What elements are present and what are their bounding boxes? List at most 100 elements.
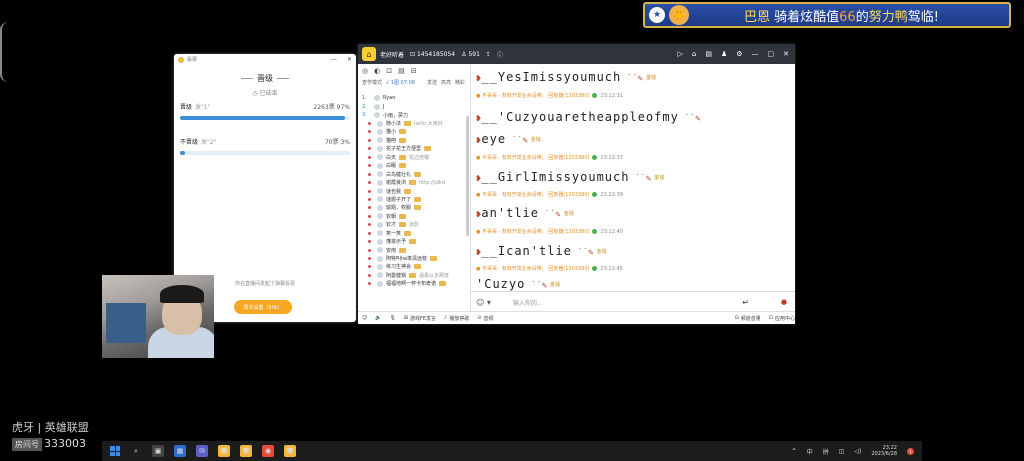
audio-button[interactable]: ⊙ 音频 [477, 315, 493, 322]
app-center-button[interactable]: ⊡ 应用中心 [769, 315, 795, 322]
badge-icon [424, 146, 432, 152]
user-name: 猫小 [386, 129, 397, 136]
user-list-item[interactable]: 钦朝 [358, 212, 470, 220]
platform-label: 虎牙 | 英雄联盟 [12, 421, 89, 434]
poll-titlebar: 投票 — ✕ [174, 54, 356, 65]
badge-icon [399, 163, 407, 169]
volume-icon[interactable]: ◁) [854, 448, 861, 455]
tool-icon[interactable]: ▤ [398, 67, 405, 75]
home-icon[interactable]: ⌂ [362, 47, 376, 61]
start-icon[interactable] [110, 446, 120, 456]
mic-toggle-icon[interactable]: 🎙 [389, 315, 395, 321]
home-tab-icon[interactable]: ⌂ [692, 50, 696, 58]
user-list-item[interactable]: 猫小 [358, 128, 470, 136]
status-dot-icon [368, 273, 371, 277]
mode-row: 查学模式 √ 1图 07:08 发送 高亮 精彩 [358, 78, 470, 87]
user-list-item[interactable]: 猫吧 [358, 136, 470, 144]
chat-input[interactable]: 输入你的... [513, 298, 543, 307]
user-list-item[interactable]: 练习生神会 [358, 263, 470, 271]
huya-assistant-icon[interactable]: ☻ [240, 445, 252, 457]
settings-icon[interactable]: ⚙ [736, 50, 742, 58]
reset-poll-button[interactable]: 再次设置（50s） [234, 300, 292, 314]
user-list-item[interactable]: 安南 [358, 246, 470, 254]
user-list-item[interactable]: 1. Ryan [358, 94, 470, 102]
mode-tab[interactable]: 发送 [427, 79, 437, 86]
status-dot-icon [368, 189, 371, 193]
notification-badge[interactable]: 1 [907, 447, 914, 455]
user-list-item[interactable]: 白天 花边佳镇 [358, 153, 470, 161]
chevron-up-icon[interactable]: ^ [792, 448, 797, 455]
user-list-item[interactable]: 花子花王方便里 [358, 145, 470, 153]
tool-icon[interactable]: ⊡ [386, 67, 392, 75]
user-avatar [377, 171, 383, 178]
mic-icon[interactable]: ● [781, 298, 787, 306]
tool-icon[interactable]: ◎ [362, 67, 368, 75]
status-dot-icon [368, 257, 371, 261]
streamer-hair [160, 285, 204, 303]
user-list-item[interactable]: 2. J [358, 102, 470, 110]
user-avatar [374, 103, 380, 110]
user-name: 练习生神会 [386, 264, 412, 271]
music-button[interactable]: ♪ 播放停歌 [444, 315, 469, 322]
user-name: 花子花王方便里 [386, 146, 422, 153]
user-avatar [377, 188, 383, 195]
user-list-item[interactable]: 福福地啊一杯卡布奇诺 [358, 280, 470, 288]
message-time: 23:22:37 [600, 155, 623, 161]
user-note: 花边佳镇 [409, 154, 430, 161]
user-list-item[interactable]: 3. 小雨，夢力 [358, 111, 470, 119]
user-list-item[interactable]: 瑜题，权服 [358, 204, 470, 212]
user-list-item[interactable]: 白眠 [358, 162, 470, 170]
doc-icon[interactable]: ▤ [705, 50, 712, 58]
video-icon[interactable]: ▷ [677, 50, 682, 58]
chat-app-icon[interactable]: ✉ [196, 445, 208, 457]
send-icon[interactable]: ↵ [742, 298, 749, 307]
mode-label[interactable]: 查学模式 [362, 79, 382, 86]
volume-button[interactable]: ⊟ 频道音量 [735, 315, 761, 322]
lang-indicator[interactable]: 中 [807, 447, 813, 456]
game-icon[interactable]: ♟ [721, 50, 727, 58]
mode-tab[interactable]: 高亮 [441, 79, 451, 86]
emoji-icon[interactable]: ☺ ▾ [476, 298, 491, 307]
close-icon[interactable]: ✕ [347, 56, 352, 63]
user-list-item[interactable]: 谜题子开了 [358, 195, 470, 203]
widgets-icon[interactable]: ▦ [174, 445, 186, 457]
info-icon[interactable]: ⓘ [497, 50, 503, 59]
close-icon[interactable]: ✕ [783, 50, 789, 58]
mode-tab[interactable]: 精彩 [455, 79, 465, 86]
user-list-item[interactable]: 阿曼健锅 温柔以多那度 [358, 271, 470, 279]
huya-icon[interactable]: ☻ [218, 445, 230, 457]
minimize-icon[interactable]: — [331, 56, 337, 63]
user-name: 安南 [386, 247, 397, 254]
huya-pc-icon[interactable]: ☻ [284, 445, 296, 457]
user-list-item[interactable]: 谢霞良浏 http://jdkd [358, 178, 470, 186]
chat-titlebar: ⌂ 老好听着 ⊡ 1454185054 ♙ 591 ⇪ ⓘ ▷ ⌂ ▤ ♟ ⚙ … [358, 44, 795, 64]
system-tray: ^ 中 拼 ◫ ◁) 23:22 2023/6/28 1 [792, 445, 914, 457]
tool-icon[interactable]: ◐ [374, 67, 380, 75]
user-list-item[interactable]: 白鸟健壮礼 [358, 170, 470, 178]
user-list-item[interactable]: 随小法 hello 大家好 [358, 119, 470, 127]
message-time: 23:22:40 [600, 229, 623, 235]
speaker-icon[interactable]: 🔈 [375, 315, 381, 321]
gift-banner: ★ 🐥 巴恩 骑着炫酷值66的努力鸭驾临! [643, 2, 1011, 28]
badge-icon [414, 196, 422, 202]
user-list-item[interactable]: 懂孩示予 [358, 237, 470, 245]
user-list-item[interactable]: 阿特叫tw率清远枝 [358, 254, 470, 262]
share-icon[interactable]: ⇪ [486, 51, 491, 58]
game-voice-button[interactable]: ⊞ 游戏FE发言 [404, 315, 436, 322]
network-icon[interactable]: ◫ [839, 448, 845, 455]
search-icon[interactable]: ⌕ [130, 445, 142, 457]
ime-indicator[interactable]: 拼 [823, 447, 829, 456]
user-list-item[interactable]: 笑一笑 [358, 229, 470, 237]
app-icon[interactable]: ◉ [262, 445, 274, 457]
task-view-icon[interactable]: ▣ [152, 445, 164, 457]
tool-icon[interactable]: ⊟ [411, 67, 417, 75]
user-list-scrollbar[interactable] [466, 116, 469, 236]
maximize-icon[interactable]: ▢ [768, 50, 775, 58]
clock[interactable]: 23:22 2023/6/28 [871, 445, 897, 457]
user-list-item[interactable]: 谜也我 [358, 187, 470, 195]
message-time: 23:22:31 [600, 93, 623, 99]
user-list-item[interactable]: 钦才 迷影 [358, 221, 470, 229]
mode-label[interactable]: √ 1图 07:08 [386, 79, 415, 86]
avatar-icon[interactable]: ☺ [362, 315, 367, 321]
minimize-icon[interactable]: — [752, 50, 759, 58]
